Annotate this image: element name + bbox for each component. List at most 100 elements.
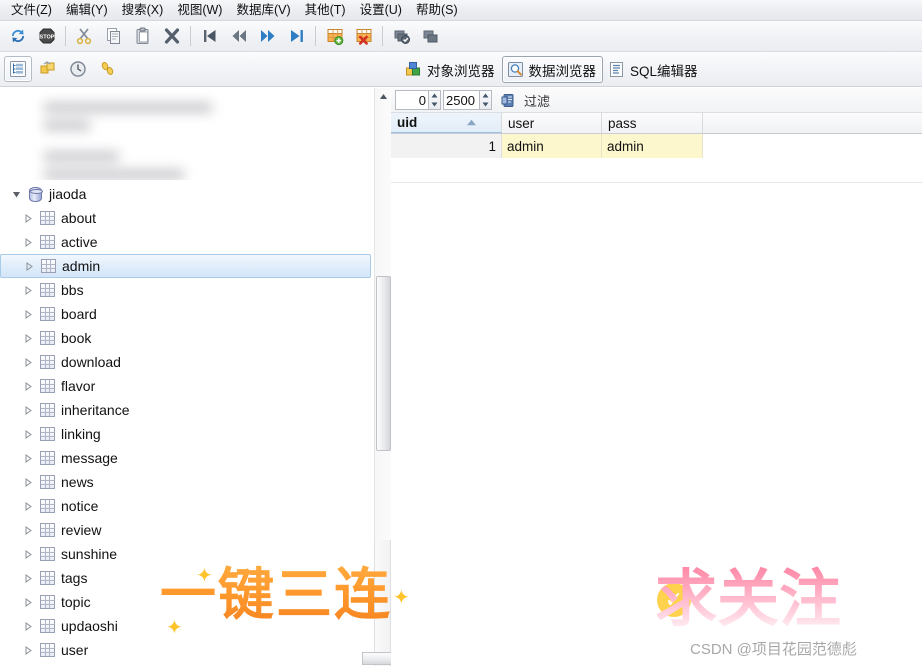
tree-node-admin[interactable]: admin (0, 254, 371, 278)
expand-arrow-icon[interactable] (20, 621, 36, 631)
tree-node-linking[interactable]: linking (0, 422, 374, 446)
application-window: 文件(Z) 编辑(Y) 搜索(X) 视图(W) 数据库(V) 其他(T) 设置(… (0, 0, 922, 666)
tree-node-sunshine[interactable]: sunshine (0, 542, 374, 566)
cell-pass[interactable]: admin (602, 134, 703, 158)
offset-down-arrow-icon[interactable] (429, 100, 440, 109)
tree-node-user[interactable]: user (0, 638, 374, 662)
cell-user[interactable]: admin (502, 134, 602, 158)
tree-node-active[interactable]: active (0, 230, 374, 254)
expand-arrow-icon[interactable] (20, 381, 36, 391)
table-icon (36, 211, 58, 225)
grid-header-pass[interactable]: pass (602, 113, 703, 133)
commit-button[interactable] (387, 23, 416, 50)
tab-sql-editor-label: SQL编辑器 (630, 63, 698, 79)
expand-arrow-icon[interactable] (20, 357, 36, 367)
menu-edit[interactable]: 编辑(Y) (59, 1, 115, 20)
tree-node-bbs[interactable]: bbs (0, 278, 374, 302)
first-record-button[interactable] (195, 23, 224, 50)
expand-arrow-icon[interactable] (20, 429, 36, 439)
tree-node-root[interactable]: jiaoda (0, 182, 374, 206)
expand-arrow-icon[interactable] (20, 405, 36, 415)
expand-arrow-icon[interactable] (20, 477, 36, 487)
offset-up-arrow-icon[interactable] (429, 91, 440, 100)
refresh-button[interactable] (3, 23, 32, 50)
tree-node-about[interactable]: about (0, 206, 374, 230)
grid-header-pass-label: pass (608, 115, 637, 131)
grid-header-user[interactable]: user (502, 113, 602, 133)
delete-button[interactable] (157, 23, 186, 50)
expand-arrow-icon[interactable] (20, 525, 36, 535)
tab-data-browser[interactable]: 数据浏览器 (501, 56, 603, 83)
menu-search[interactable]: 搜索(X) (115, 1, 171, 20)
objects-button[interactable] (34, 56, 62, 82)
limit-down-arrow-icon[interactable] (480, 100, 491, 109)
prev-page-button[interactable] (224, 23, 253, 50)
data-grid[interactable]: uid user pass 1 admin admin (391, 112, 922, 183)
delete-row-button[interactable] (349, 23, 378, 50)
tree-node-news[interactable]: news (0, 470, 374, 494)
tree-node-download[interactable]: download (0, 350, 374, 374)
tree-node-board[interactable]: board (0, 302, 374, 326)
limit-input[interactable] (443, 90, 479, 110)
table-row[interactable]: 1 admin admin (391, 134, 922, 158)
tree-node-sunshine-label: sunshine (61, 546, 118, 562)
tab-object-browser[interactable]: 对象浏览器 (400, 56, 502, 83)
tree-node-updaoshi[interactable]: updaoshi (0, 614, 374, 638)
grid-header-uid[interactable]: uid (391, 113, 502, 133)
expand-arrow-icon[interactable] (20, 549, 36, 559)
menu-view[interactable]: 视图(W) (170, 1, 229, 20)
offset-spinner-arrows[interactable] (428, 90, 441, 110)
tab-sql-editor[interactable]: SQL编辑器 (603, 56, 705, 83)
cut-button[interactable] (70, 23, 99, 50)
tree-node-review[interactable]: review (0, 518, 374, 542)
offset-spinner[interactable] (395, 90, 441, 110)
expand-arrow-icon[interactable] (20, 501, 36, 511)
menu-bar: 文件(Z) 编辑(Y) 搜索(X) 视图(W) 数据库(V) 其他(T) 设置(… (0, 0, 922, 21)
stop-button[interactable]: STOP (32, 23, 61, 50)
menu-help[interactable]: 帮助(S) (409, 1, 465, 20)
tree-node-tags[interactable]: tags (0, 566, 374, 590)
scrollbar-thumb[interactable] (376, 276, 391, 451)
menu-other[interactable]: 其他(T) (298, 1, 353, 20)
tree-vertical-scrollbar[interactable] (374, 88, 391, 540)
limit-up-arrow-icon[interactable] (480, 91, 491, 100)
tree-node-message[interactable]: message (0, 446, 374, 470)
offset-input[interactable] (395, 90, 428, 110)
menu-settings[interactable]: 设置(U) (353, 1, 409, 20)
tree-node-flavor[interactable]: flavor (0, 374, 374, 398)
copy-button[interactable] (99, 23, 128, 50)
footsteps-button[interactable] (94, 56, 122, 82)
next-page-button[interactable] (253, 23, 282, 50)
cell-uid[interactable]: 1 (391, 134, 502, 158)
expand-arrow-icon[interactable] (20, 453, 36, 463)
expand-arrow-icon[interactable] (20, 573, 36, 583)
limit-spinner[interactable] (443, 90, 492, 110)
tree-node-book[interactable]: book (0, 326, 374, 350)
expand-arrow-icon[interactable] (20, 237, 36, 247)
tree-node-inheritance[interactable]: inheritance (0, 398, 374, 422)
menu-database[interactable]: 数据库(V) (229, 1, 297, 20)
tree-node-notice[interactable]: notice (0, 494, 374, 518)
add-row-button[interactable] (320, 23, 349, 50)
rollback-icon (423, 30, 437, 43)
limit-spinner-arrows[interactable] (479, 90, 492, 110)
expand-arrow-icon[interactable] (20, 285, 36, 295)
collapse-arrow-icon[interactable] (8, 190, 24, 199)
expand-arrow-icon[interactable] (20, 309, 36, 319)
expand-arrow-icon[interactable] (20, 213, 36, 223)
last-record-button[interactable] (282, 23, 311, 50)
filter-button[interactable] (497, 90, 519, 110)
menu-file[interactable]: 文件(Z) (4, 1, 59, 20)
expand-arrow-icon[interactable] (20, 333, 36, 343)
tree-node-topic[interactable]: topic (0, 590, 374, 614)
expand-arrow-icon[interactable] (21, 261, 37, 271)
expand-arrow-icon[interactable] (20, 597, 36, 607)
expand-arrow-icon[interactable] (20, 645, 36, 655)
scroll-up-button[interactable] (375, 88, 392, 105)
rollback-button[interactable] (416, 23, 445, 50)
object-tree-panel[interactable]: jiaoda about active admin bbs board book… (0, 88, 374, 666)
history-button[interactable] (64, 56, 92, 82)
tree-node-about-label: about (61, 210, 97, 226)
paste-button[interactable] (128, 23, 157, 50)
tree-view-button[interactable] (4, 56, 32, 82)
